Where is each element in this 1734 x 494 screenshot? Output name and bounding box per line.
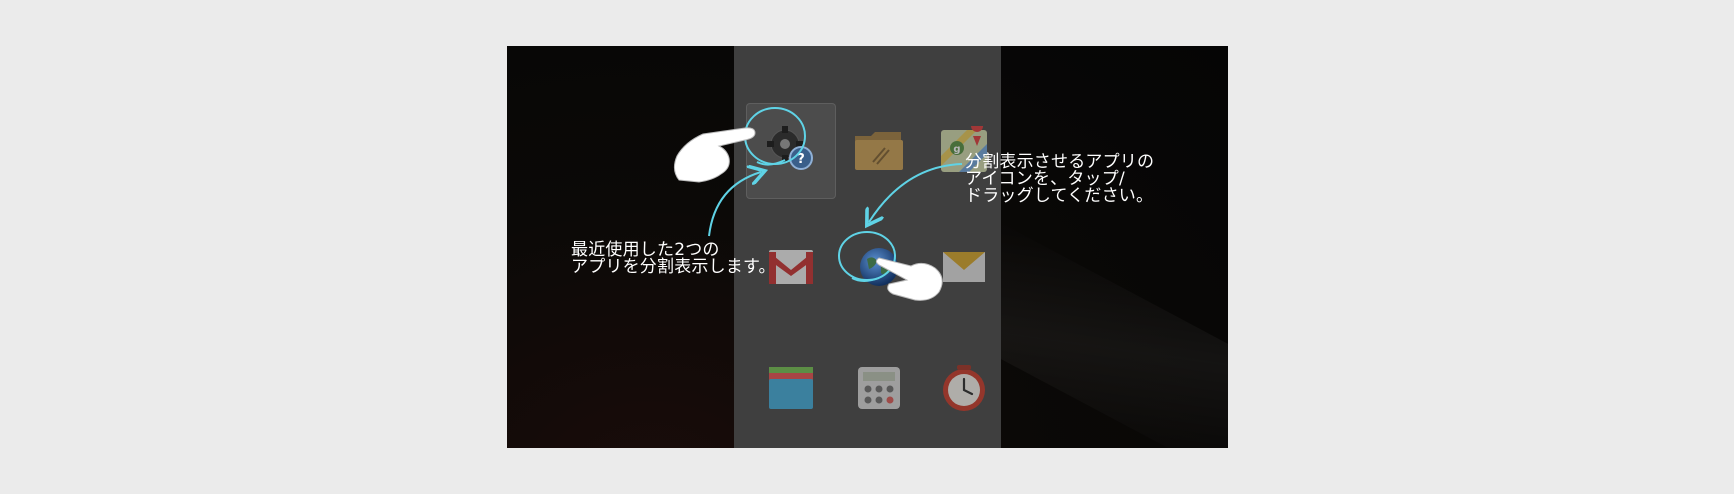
arrow-to-browser (869, 163, 963, 222)
tutorial-overlay (673, 107, 963, 301)
highlight-circle-browser (838, 231, 896, 282)
hand-pointer-icon (673, 127, 756, 183)
tablet-screen: ? g 分割表示させるアプリの アイコンを、タップ/ ドラッグしてください。 最… (507, 46, 1228, 448)
hand-pointer-icon (875, 257, 943, 301)
arrow-to-settings (708, 172, 761, 237)
